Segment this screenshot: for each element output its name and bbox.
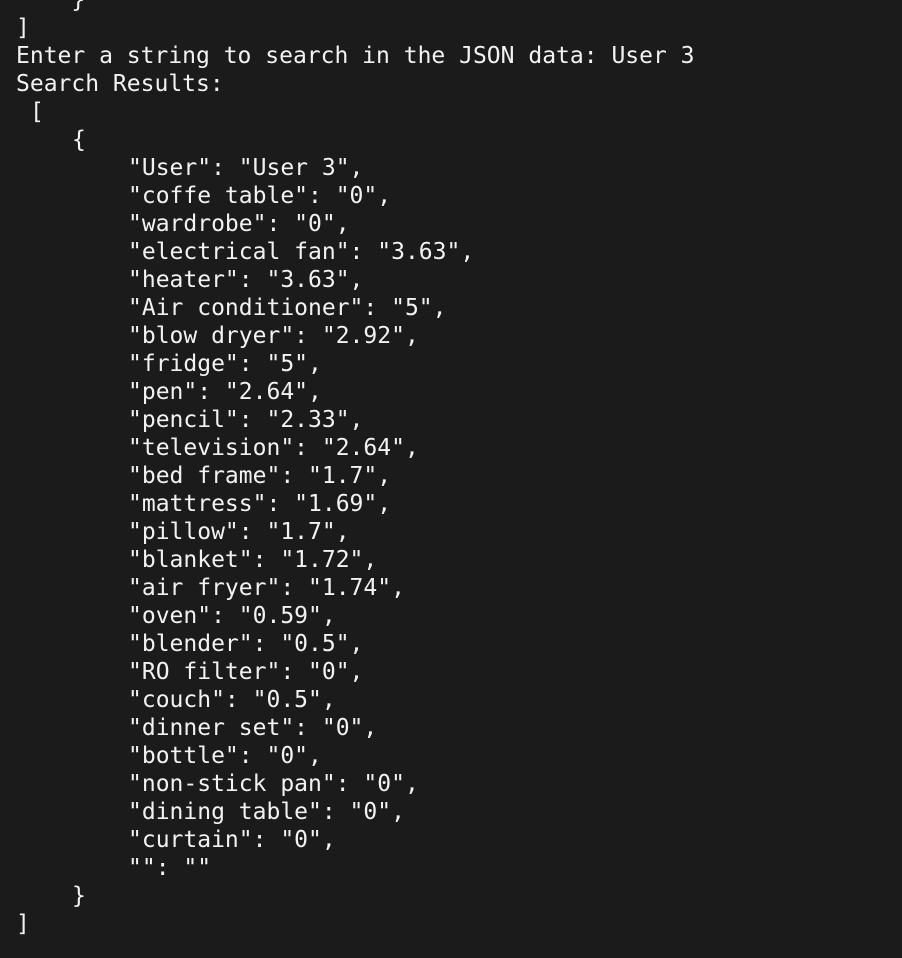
result-entry-line: "": "" xyxy=(128,855,212,881)
result-entry-line: "mattress": "1.69", xyxy=(128,491,392,517)
terminal-line: ] xyxy=(16,15,30,41)
result-entry-line: "pen": "2.64", xyxy=(128,379,322,405)
results-open-bracket: [ xyxy=(30,99,44,125)
results-entries: "User": "User 3", "coffe table": "0", "war… xyxy=(16,154,902,882)
result-entry-line: "pencil": "2.33", xyxy=(128,407,364,433)
result-entry-line: "oven": "0.59", xyxy=(128,603,336,629)
result-entry-line: "heater": "3.63", xyxy=(128,267,364,293)
result-entry-line: "wardrobe": "0", xyxy=(128,211,350,237)
search-prompt-label: Enter a string to search in the JSON dat… xyxy=(16,43,612,69)
results-header: Search Results: xyxy=(16,71,224,97)
result-entry-line: "User": "User 3", xyxy=(128,155,364,181)
result-entry-line: "blow dryer": "2.92", xyxy=(128,323,419,349)
result-entry-line: "non-stick pan": "0", xyxy=(128,771,419,797)
result-entry-line: "fridge": "5", xyxy=(128,351,322,377)
result-entry-line: "electrical fan": "3.63", xyxy=(128,239,475,265)
result-entry-line: "curtain": "0", xyxy=(128,827,336,853)
result-entry-line: "RO filter": "0", xyxy=(128,659,364,685)
result-entry-line: "couch": "0.5", xyxy=(128,687,336,713)
result-entry-line: "coffe table": "0", xyxy=(128,183,392,209)
search-input-value[interactable]: User 3 xyxy=(611,43,694,69)
terminal-line: } xyxy=(16,0,86,13)
result-entry-line: "bed frame": "1.7", xyxy=(128,463,392,489)
result-entry-line: "Air conditioner": "5", xyxy=(128,295,447,321)
result-entry-line: "dinner set": "0", xyxy=(128,715,378,741)
result-entry-line: "pillow": "1.7", xyxy=(128,519,350,545)
results-open-brace: { xyxy=(72,127,86,153)
terminal-window[interactable]: } ] Enter a string to search in the JSON… xyxy=(0,0,902,944)
results-close-bracket: ] xyxy=(16,911,30,937)
result-entry-line: "dining table": "0", xyxy=(128,799,405,825)
result-entry-line: "air fryer": "1.74", xyxy=(128,575,405,601)
result-entry-line: "bottle": "0", xyxy=(128,743,322,769)
result-entry-line: "blender": "0.5", xyxy=(128,631,364,657)
result-entry-line: "blanket": "1.72", xyxy=(128,547,378,573)
result-entry-line: "television": "2.64", xyxy=(128,435,419,461)
search-prompt-line: Enter a string to search in the JSON dat… xyxy=(16,42,902,70)
results-close-brace: } xyxy=(72,883,86,909)
